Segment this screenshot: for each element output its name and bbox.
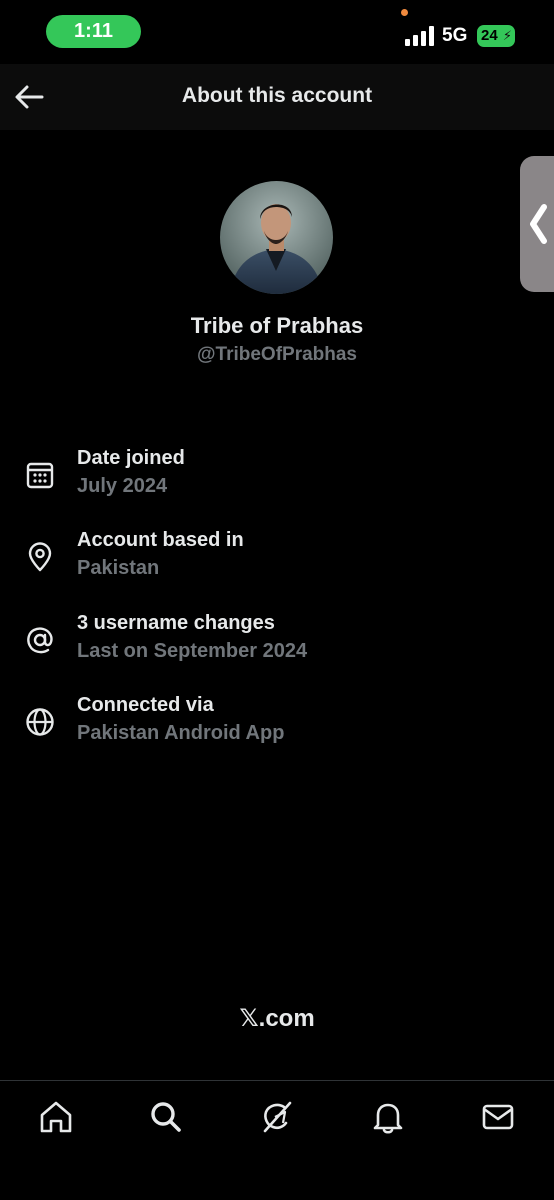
info-value: July 2024 — [77, 475, 168, 497]
status-bar: 1:11 5G 24 ⚡ — [0, 0, 554, 64]
cellular-signal-icon — [405, 26, 434, 46]
info-value: Last on September 2024 — [77, 640, 308, 662]
battery-indicator: 24 ⚡ — [477, 25, 515, 47]
notifications-bell-icon — [373, 1103, 403, 1134]
nav-grok-button[interactable] — [257, 1097, 297, 1137]
calendar-icon — [26, 462, 54, 489]
info-value: Pakistan — [77, 557, 160, 579]
page-title: About this account — [181, 84, 373, 107]
avatar[interactable] — [220, 181, 333, 294]
header-bar: About this account — [0, 64, 554, 130]
location-pin-icon — [28, 542, 52, 572]
network-type: 5G — [442, 25, 468, 46]
info-title: Date joined — [77, 447, 185, 469]
info-row-username-changes: 3 username changes Last on September 202… — [24, 612, 524, 672]
nav-home-button[interactable] — [36, 1097, 76, 1137]
info-title: Account based in — [77, 529, 244, 551]
search-icon — [151, 1102, 181, 1132]
charging-bolt-icon: ⚡ — [502, 28, 512, 43]
globe-icon — [26, 708, 54, 736]
info-row-date-joined: Date joined July 2024 — [24, 447, 524, 507]
info-value: Pakistan Android App — [77, 722, 285, 744]
messages-envelope-icon — [482, 1104, 514, 1130]
side-panel-handle[interactable] — [520, 156, 554, 292]
info-row-account-based-in: Account based in Pakistan — [24, 529, 524, 589]
privacy-indicator-dot — [401, 9, 408, 16]
at-sign-icon — [27, 627, 53, 654]
profile-name: Tribe of Prabhas — [190, 313, 364, 338]
grok-icon — [263, 1101, 292, 1133]
chevron-left-icon — [530, 204, 547, 244]
bottom-navigation — [0, 1080, 554, 1200]
nav-search-button[interactable] — [146, 1097, 186, 1137]
info-row-connected-via: Connected via Pakistan Android App — [24, 694, 524, 754]
nav-notifications-button[interactable] — [368, 1097, 408, 1137]
home-icon — [40, 1101, 72, 1133]
battery-level: 24 — [481, 27, 498, 44]
profile-handle: @TribeOfPrabhas — [196, 344, 357, 365]
x-com-brand-link[interactable]: 𝕏.com — [0, 1004, 554, 1033]
profile-photo — [220, 181, 333, 294]
nav-messages-button[interactable] — [478, 1097, 518, 1137]
info-title: 3 username changes — [77, 612, 275, 634]
info-title: Connected via — [77, 694, 214, 716]
status-time: 1:11 — [46, 15, 141, 48]
